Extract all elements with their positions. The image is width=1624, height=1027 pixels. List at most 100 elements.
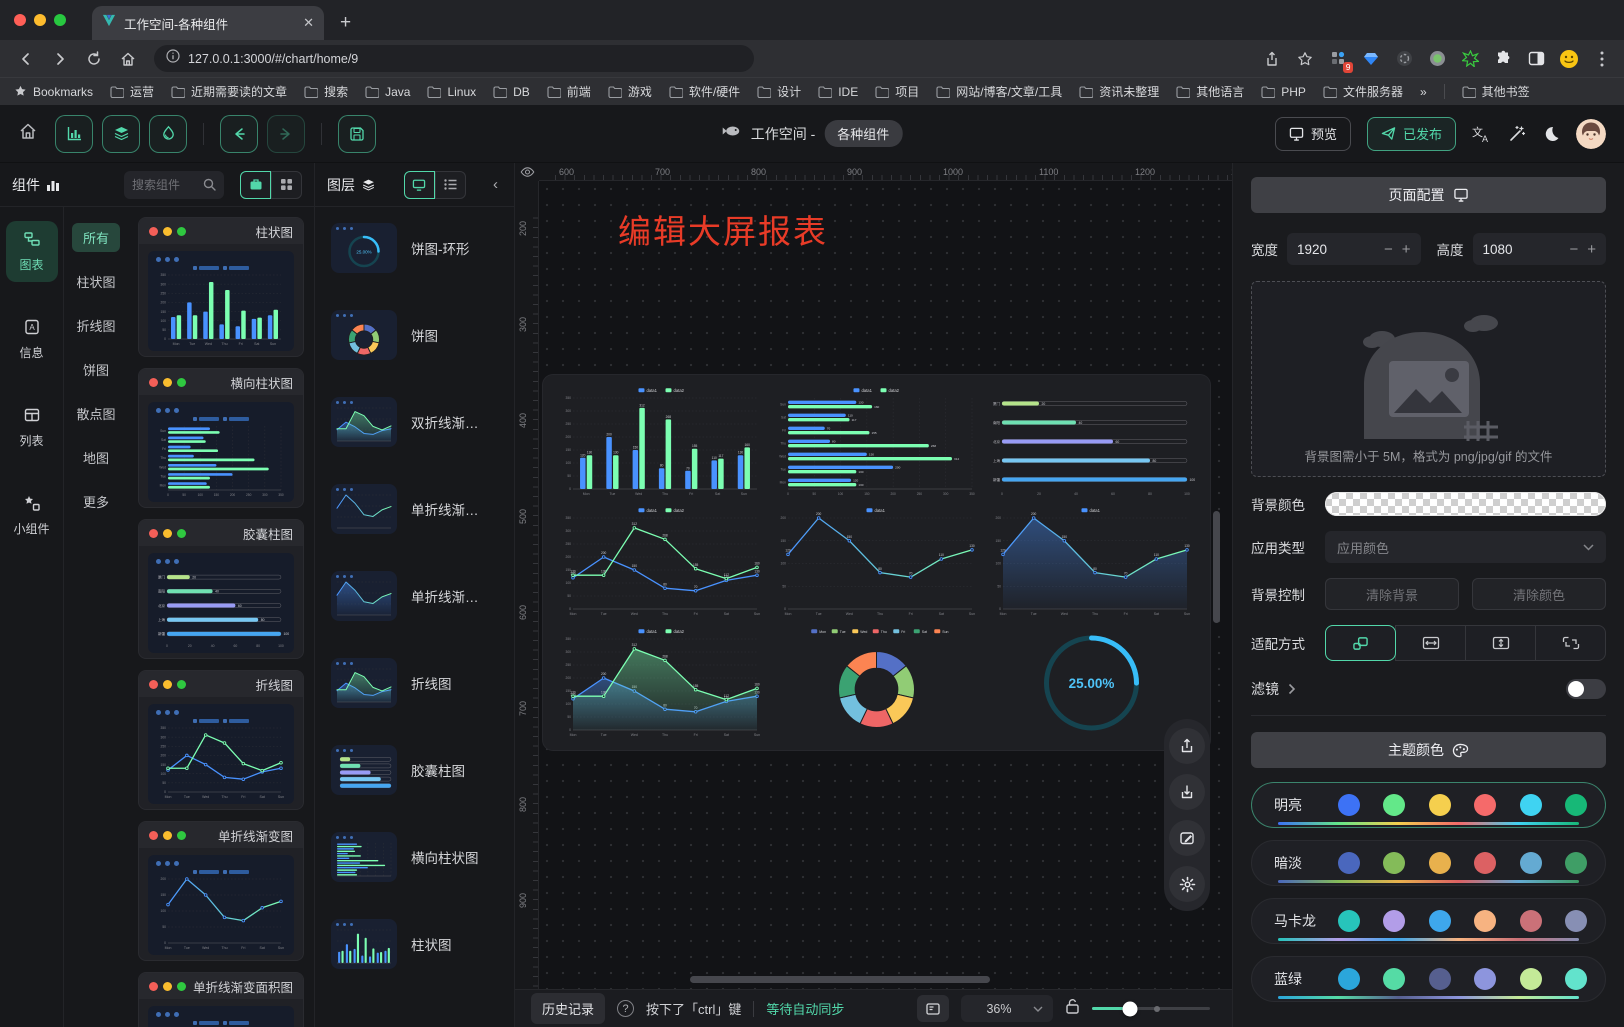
background-color-swatch[interactable] bbox=[1325, 492, 1606, 516]
color-swatch[interactable] bbox=[1474, 794, 1496, 816]
list-view-button[interactable] bbox=[435, 171, 466, 199]
increment-icon[interactable]: + bbox=[1587, 241, 1596, 258]
category-更多[interactable]: 更多 bbox=[72, 487, 120, 516]
color-swatch[interactable] bbox=[1565, 968, 1587, 990]
theme-row-蓝绿[interactable]: 蓝绿 bbox=[1251, 956, 1606, 1002]
color-swatch[interactable] bbox=[1429, 910, 1451, 932]
collapse-panel-icon[interactable]: ‹ bbox=[493, 176, 502, 193]
single-column-view-button[interactable] bbox=[240, 171, 271, 199]
browser-tab[interactable]: 工作空间-各种组件 ✕ bbox=[92, 6, 324, 40]
fit-scale-button[interactable] bbox=[1325, 625, 1396, 661]
extension-grid-icon[interactable]: 9 bbox=[1328, 49, 1348, 69]
magic-wand-icon[interactable] bbox=[1508, 125, 1526, 143]
canvas-text-widget[interactable]: 编辑大屏报表 bbox=[618, 205, 828, 253]
chart-tile-horizontal-bar[interactable]: data1data2050100150200250300350130160Sun… bbox=[772, 385, 981, 499]
dark-mode-icon[interactable] bbox=[1542, 125, 1560, 143]
rail-item-小组件[interactable]: 小组件 bbox=[6, 485, 58, 546]
color-swatch[interactable] bbox=[1520, 910, 1542, 932]
filter-toggle[interactable] bbox=[1566, 679, 1606, 699]
minimize-window-button[interactable] bbox=[34, 14, 46, 26]
chart-tile-donut[interactable]: MonTueWedThuFriSatSun bbox=[772, 626, 981, 740]
browser-menu-icon[interactable] bbox=[1592, 49, 1612, 69]
decrement-icon[interactable]: − bbox=[1384, 241, 1393, 258]
color-swatch[interactable] bbox=[1383, 852, 1405, 874]
bookmark-item[interactable]: 文件服务器 bbox=[1323, 83, 1403, 100]
layer-item[interactable]: 横向柱状图 bbox=[331, 832, 514, 882]
translate-icon[interactable]: 文A bbox=[1472, 125, 1492, 143]
color-swatch[interactable] bbox=[1338, 968, 1360, 990]
publish-button[interactable]: 已发布 bbox=[1367, 117, 1456, 151]
color-swatch[interactable] bbox=[1383, 910, 1405, 932]
component-card[interactable]: 柱状图 050100150200250300350MonTueWedThuFri… bbox=[138, 217, 304, 357]
close-window-button[interactable] bbox=[14, 14, 26, 26]
category-散点图[interactable]: 散点图 bbox=[65, 399, 126, 428]
ruler-corner[interactable] bbox=[515, 163, 539, 181]
component-card[interactable]: 单折线渐变图 050100150200MonTueWedThuFriSatSun bbox=[138, 821, 304, 961]
extension-gem-icon[interactable] bbox=[1361, 49, 1381, 69]
color-swatch[interactable] bbox=[1429, 852, 1451, 874]
reload-button[interactable] bbox=[80, 45, 108, 73]
theme-row-马卡龙[interactable]: 马卡龙 bbox=[1251, 898, 1606, 944]
rail-item-信息[interactable]: A信息 bbox=[6, 309, 58, 370]
component-card[interactable]: 胶囊柱图 厦门20南阳40北京60上海80新疆100020406080100 bbox=[138, 519, 304, 659]
layer-item[interactable]: 胶囊柱图 bbox=[331, 745, 514, 795]
chart-tile-progress-ring[interactable]: 25.00% bbox=[987, 626, 1196, 740]
back-button[interactable] bbox=[12, 45, 40, 73]
category-地图[interactable]: 地图 bbox=[72, 443, 120, 472]
increment-icon[interactable]: + bbox=[1402, 241, 1411, 258]
bookmark-item[interactable]: Java bbox=[365, 83, 410, 100]
color-swatch[interactable] bbox=[1474, 968, 1496, 990]
component-search[interactable] bbox=[124, 171, 224, 199]
theme-row-明亮[interactable]: 明亮 bbox=[1251, 782, 1606, 828]
extensions-puzzle-icon[interactable] bbox=[1493, 49, 1513, 69]
bookmark-item[interactable]: 近期需要读的文章 bbox=[171, 83, 287, 100]
zoom-select[interactable]: 36% bbox=[961, 995, 1053, 1022]
color-swatch[interactable] bbox=[1474, 910, 1496, 932]
layer-item[interactable]: 饼图 bbox=[331, 310, 514, 360]
layers-panel-toggle-button[interactable] bbox=[102, 115, 140, 153]
chart-tile-bar[interactable]: data1data2050100150200250300350120200150… bbox=[557, 385, 766, 499]
extension-dark-circle-icon[interactable] bbox=[1394, 49, 1414, 69]
background-upload-dropzone[interactable]: 背景图需小于 5M，格式为 png/jpg/gif 的文件 bbox=[1251, 281, 1606, 477]
color-swatch[interactable] bbox=[1565, 852, 1587, 874]
layer-item[interactable]: 柱状图 bbox=[331, 919, 514, 969]
tab-close-icon[interactable]: ✕ bbox=[303, 15, 314, 31]
url-bar[interactable]: 127.0.0.1:3000/#/chart/home/9 bbox=[154, 45, 754, 72]
history-button[interactable]: 历史记录 bbox=[531, 993, 605, 1024]
clear-background-button[interactable]: 清除背景 bbox=[1325, 578, 1459, 610]
component-card[interactable]: 折线图 050100150200250300350MonTueWedThuFri… bbox=[138, 670, 304, 810]
layer-item[interactable]: 单折线渐… bbox=[331, 571, 514, 621]
vertical-scrollbar[interactable] bbox=[1213, 511, 1220, 623]
layer-item[interactable]: 双折线渐… bbox=[331, 397, 514, 447]
bookmark-item[interactable]: IDE bbox=[818, 83, 858, 100]
decrement-icon[interactable]: − bbox=[1569, 241, 1578, 258]
undo-button[interactable] bbox=[220, 115, 258, 153]
help-icon[interactable]: ? bbox=[617, 1000, 634, 1017]
bookmark-item[interactable]: PHP bbox=[1261, 83, 1306, 100]
bookmark-item[interactable]: 设计 bbox=[757, 83, 801, 100]
color-swatch[interactable] bbox=[1520, 794, 1542, 816]
bookmark-item[interactable]: 资讯未整理 bbox=[1079, 83, 1159, 100]
import-button[interactable] bbox=[1169, 774, 1205, 810]
color-swatch[interactable] bbox=[1338, 794, 1360, 816]
color-swatch[interactable] bbox=[1383, 968, 1405, 990]
detail-panel-toggle[interactable] bbox=[917, 995, 949, 1022]
color-swatch[interactable] bbox=[1429, 968, 1451, 990]
clear-color-button[interactable]: 清除颜色 bbox=[1472, 578, 1606, 610]
bookmark-item[interactable]: 网站/博客/文章/工具 bbox=[936, 83, 1062, 100]
layer-item[interactable]: 25.00% 饼图-环形 bbox=[331, 223, 514, 273]
category-饼图[interactable]: 饼图 bbox=[72, 355, 120, 384]
color-swatch[interactable] bbox=[1338, 852, 1360, 874]
color-swatch[interactable] bbox=[1520, 968, 1542, 990]
component-card[interactable]: 横向柱状图 050100150200250300350SunSatFriThuW… bbox=[138, 368, 304, 508]
bookmark-item[interactable]: 游戏 bbox=[608, 83, 652, 100]
export-button[interactable] bbox=[1169, 728, 1205, 764]
app-home-icon[interactable] bbox=[18, 121, 38, 146]
profile-avatar[interactable] bbox=[1559, 49, 1579, 69]
extension-green-dot-icon[interactable] bbox=[1427, 49, 1447, 69]
chart-tile-gradient-area[interactable]: data10501001502001202001508070110130MonT… bbox=[987, 505, 1196, 619]
color-swatch[interactable] bbox=[1474, 852, 1496, 874]
bookmark-item[interactable]: 其他语言 bbox=[1176, 83, 1244, 100]
fit-stretch-button[interactable] bbox=[1535, 625, 1606, 661]
app-type-select[interactable]: 应用颜色 bbox=[1325, 531, 1606, 563]
